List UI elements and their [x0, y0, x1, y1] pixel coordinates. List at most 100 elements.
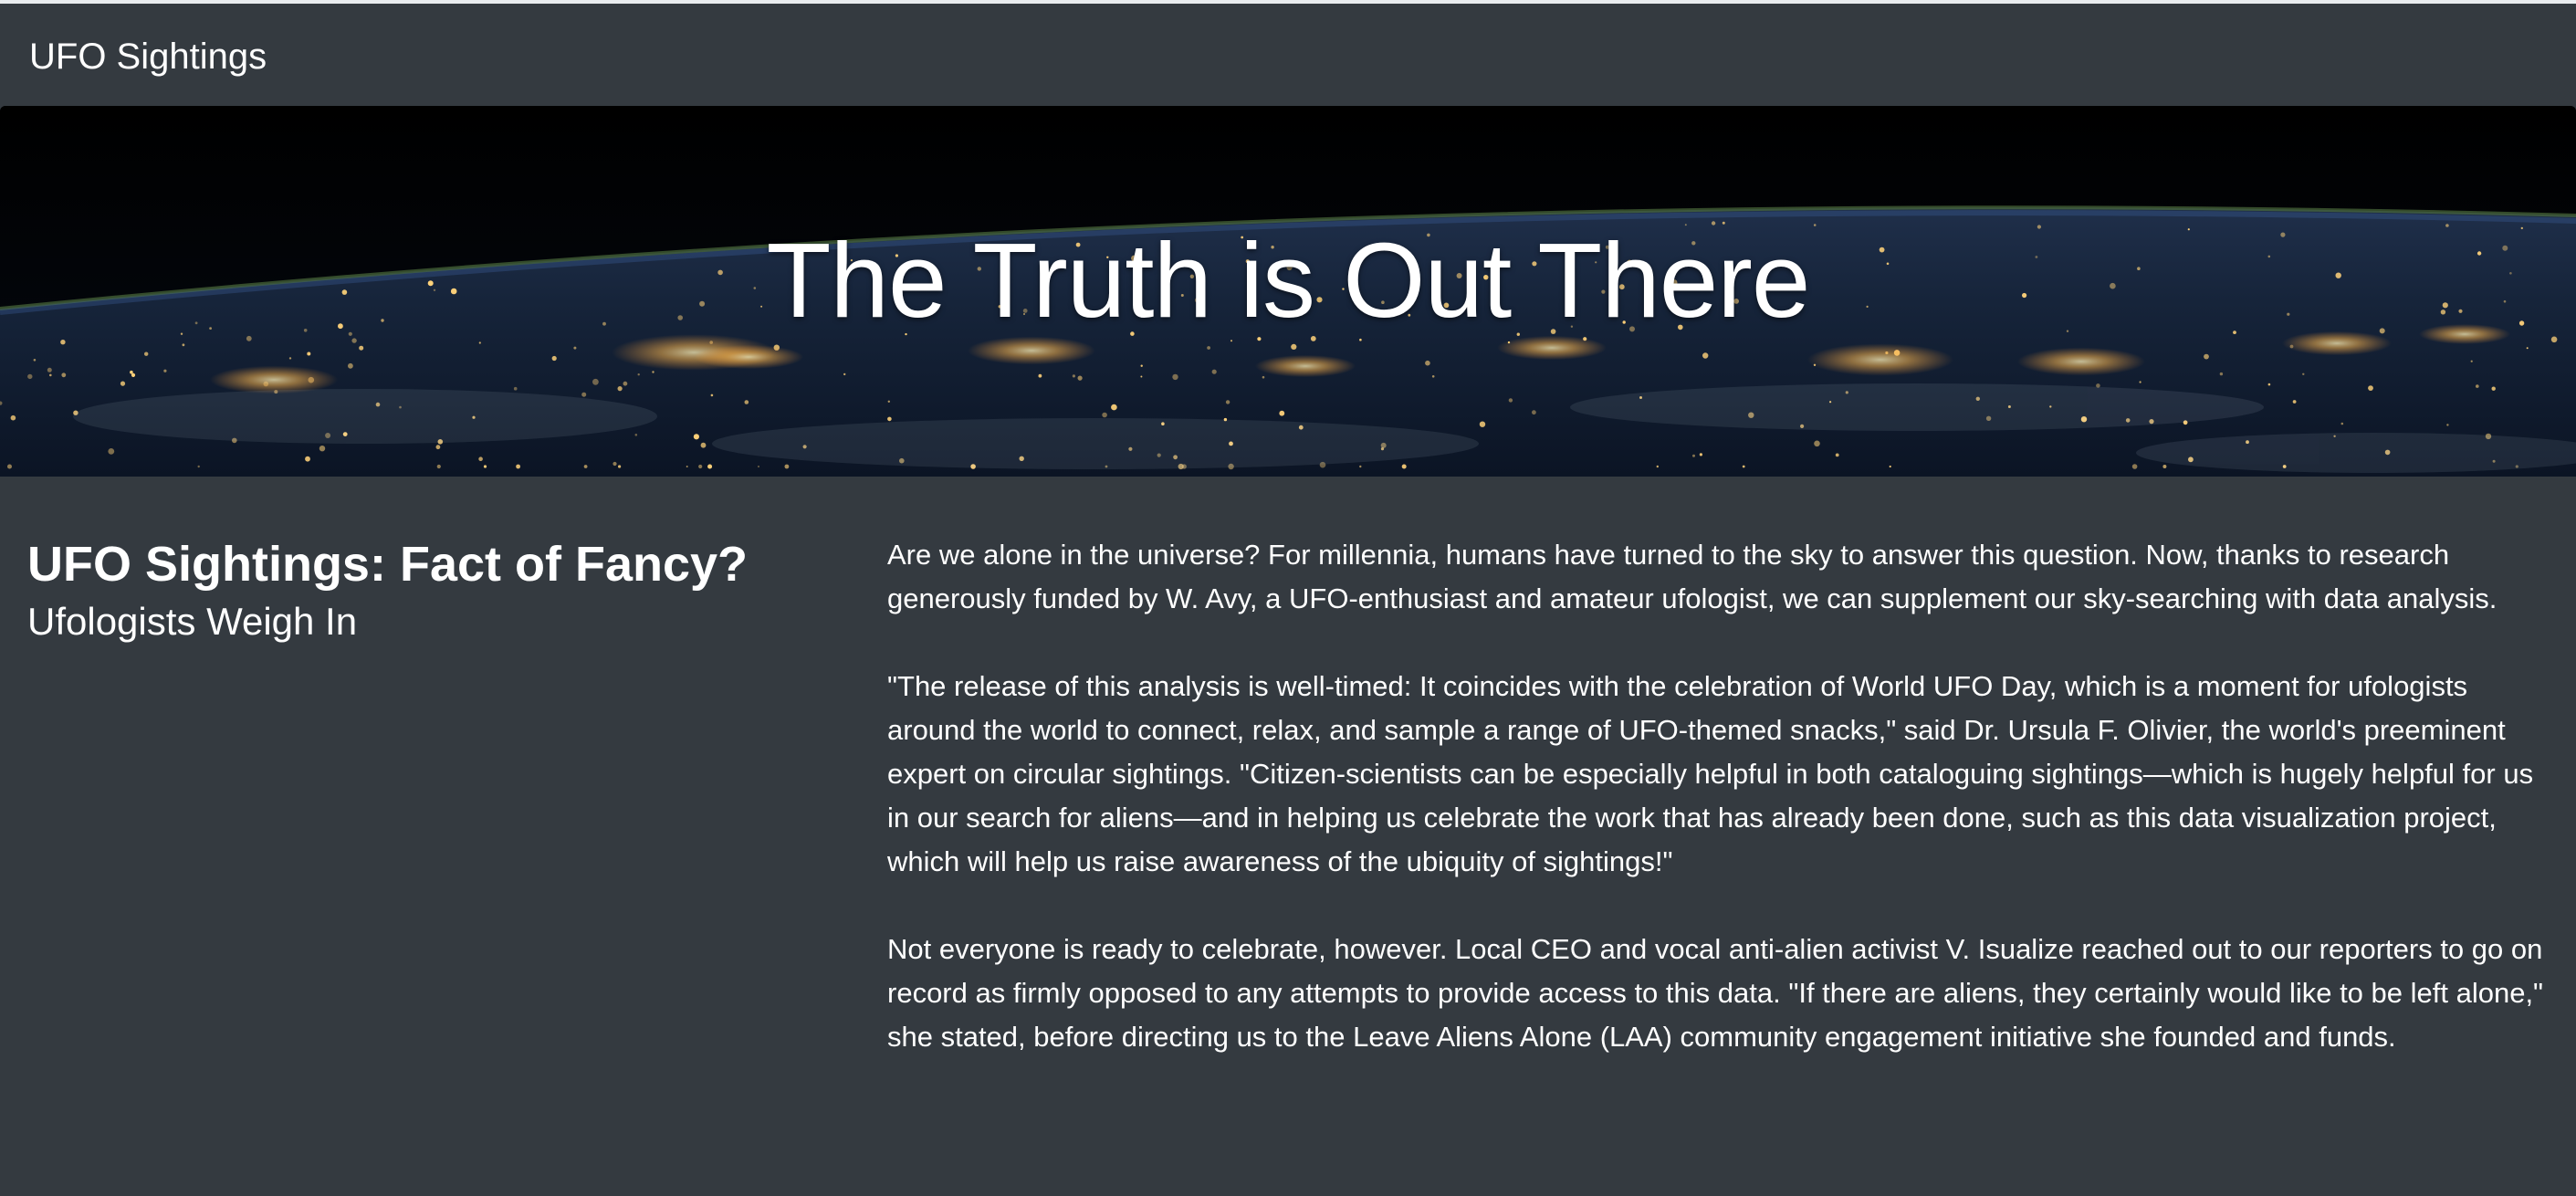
city-light	[637, 373, 640, 376]
city-light	[1702, 352, 1709, 359]
city-light	[744, 400, 749, 404]
city-light	[2204, 353, 2209, 360]
city-light	[1889, 465, 1891, 468]
city-light	[710, 393, 714, 397]
city-glow	[1255, 354, 1356, 378]
city-light	[652, 371, 654, 373]
city-light	[693, 434, 700, 440]
city-light	[513, 386, 518, 391]
city-light	[1262, 375, 1265, 379]
article-paragraph: "The release of this analysis is well-ti…	[887, 670, 2534, 877]
city-light	[2340, 422, 2344, 425]
city-light	[478, 341, 481, 344]
city-light	[1111, 404, 1117, 411]
city-glow	[694, 344, 803, 370]
city-light	[551, 355, 557, 362]
city-light	[130, 370, 133, 374]
city-light	[1291, 343, 1297, 350]
city-light	[1230, 340, 1232, 342]
city-light	[435, 445, 441, 450]
city-light	[288, 357, 292, 360]
city-light	[1102, 412, 1107, 418]
city-light	[108, 448, 115, 455]
city-light	[1140, 364, 1143, 367]
city-light	[1431, 375, 1435, 378]
hero-title: The Truth is Out There	[766, 221, 1811, 340]
city-light	[49, 373, 52, 377]
article-paragraph: Not everyone is ready to celebrate, howe…	[887, 933, 2544, 1053]
city-light	[887, 400, 890, 403]
article-headline: UFO Sightings: Fact of Fancy?	[27, 537, 749, 592]
city-light	[2491, 386, 2496, 391]
city-glow	[1807, 343, 1953, 376]
city-light	[2139, 381, 2141, 383]
city-light	[698, 464, 703, 469]
city-light	[686, 466, 688, 467]
city-light	[2267, 383, 2271, 386]
city-light	[436, 464, 441, 469]
city-light	[2368, 385, 2373, 391]
city-light	[1279, 410, 1285, 416]
city-light	[2470, 360, 2473, 362]
city-light	[1508, 398, 1513, 403]
city-light	[2476, 384, 2479, 388]
city-light	[483, 465, 487, 468]
city-light	[478, 456, 483, 462]
city-light	[1207, 346, 1210, 350]
city-light	[2526, 347, 2529, 350]
city-light	[784, 464, 790, 469]
city-light	[1225, 400, 1230, 404]
main-content: UFO Sightings: Fact of Fancy? Ufologists…	[0, 477, 2576, 1196]
city-light	[2302, 372, 2305, 375]
city-light	[617, 386, 623, 392]
city-light	[1656, 465, 1660, 468]
city-light	[307, 351, 311, 356]
city-light	[1359, 465, 1362, 468]
city-light	[2219, 372, 2224, 376]
navbar-brand-link[interactable]: UFO Sightings	[29, 35, 267, 79]
city-light	[613, 461, 617, 467]
city-light	[2446, 424, 2449, 426]
city-light	[305, 456, 310, 462]
city-light	[700, 442, 707, 448]
city-light	[1140, 375, 1143, 378]
city-glow	[2017, 347, 2145, 376]
city-light	[2292, 400, 2297, 404]
city-light	[182, 343, 185, 347]
city-light	[2131, 464, 2138, 469]
city-light	[1425, 360, 1430, 366]
city-light	[623, 381, 628, 386]
city-light	[618, 465, 622, 468]
city-light	[583, 465, 588, 468]
city-light	[60, 340, 66, 345]
city-light	[758, 466, 759, 467]
city-light	[120, 381, 126, 386]
city-light	[581, 392, 587, 397]
city-light	[1692, 454, 1695, 457]
city-glow	[968, 336, 1095, 365]
navbar: UFO Sightings	[0, 4, 2576, 106]
city-light	[1172, 373, 1178, 381]
city-light	[1072, 374, 1075, 378]
city-light	[359, 345, 364, 351]
city-light	[1401, 464, 1407, 469]
city-light	[7, 464, 12, 469]
city-light	[573, 346, 577, 350]
hero-jumbotron: The Truth is Out There	[0, 106, 2576, 477]
city-light	[1742, 465, 1745, 468]
city-light	[1699, 453, 1702, 456]
city-light	[1038, 373, 1042, 378]
city-light	[2162, 465, 2167, 468]
city-light	[197, 465, 200, 468]
article-subheadline: Ufologists Weigh In	[27, 600, 358, 643]
city-light	[1479, 421, 1486, 427]
city-light	[348, 362, 353, 369]
city-light	[1814, 440, 1820, 447]
city-light	[131, 372, 136, 377]
city-light	[887, 416, 892, 422]
city-light	[707, 464, 713, 469]
city-light	[1211, 369, 1217, 374]
city-light	[319, 446, 326, 452]
city-light	[144, 351, 149, 356]
article-paragraph: Are we alone in the universe? For millen…	[887, 539, 2497, 614]
